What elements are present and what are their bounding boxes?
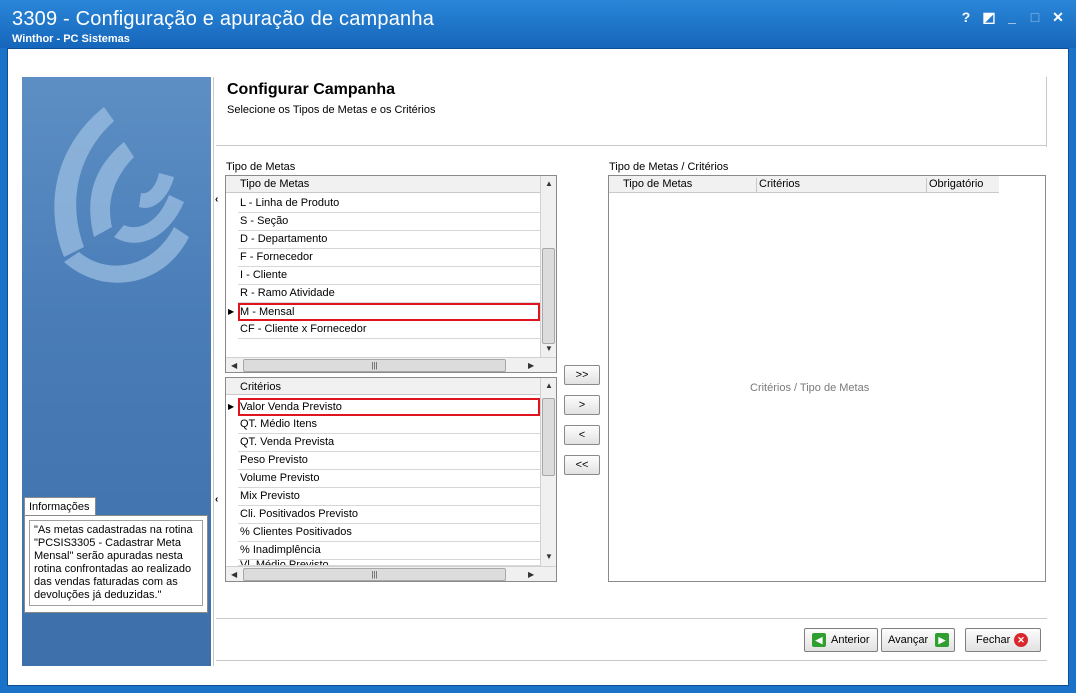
tipo-metas-hscroll[interactable]: ◀ ||| ▶: [226, 357, 556, 372]
remove-all-button[interactable]: <<: [564, 455, 600, 475]
tipo-metas-grid[interactable]: Tipo de Metas L - Linha de Produto S - S…: [225, 175, 557, 373]
collapse-left-icon[interactable]: ‹: [215, 194, 218, 205]
list-item[interactable]: CF - Cliente x Fornecedor: [238, 321, 540, 339]
criterios-hscroll[interactable]: ◀ ||| ▶: [226, 566, 556, 581]
hscroll-thumb[interactable]: |||: [243, 568, 506, 581]
scroll-down-icon[interactable]: ▼: [545, 344, 553, 353]
row-pointer-icon: ▶: [228, 402, 235, 411]
criterios-grid[interactable]: Critérios ▶ Valor Venda Previsto QT. Méd…: [225, 377, 557, 582]
scroll-left-icon[interactable]: ◀: [231, 361, 237, 370]
sidebar: Informações "As metas cadastradas na rot…: [22, 77, 211, 666]
list-item[interactable]: F - Fornecedor: [238, 249, 540, 267]
minimize-icon[interactable]: _: [1003, 9, 1021, 25]
scroll-up-icon[interactable]: ▲: [545, 381, 553, 390]
list-item[interactable]: % Inadimplência: [238, 542, 540, 560]
footer-divider-top: [216, 618, 1047, 619]
page-title: Configurar Campanha: [227, 81, 396, 98]
list-item[interactable]: Volume Previsto: [238, 470, 540, 488]
result-grid-label: Tipo de Metas / Critérios: [609, 161, 729, 173]
add-all-button[interactable]: >>: [564, 365, 600, 385]
list-item[interactable]: Cli. Positivados Previsto: [238, 506, 540, 524]
hscroll-thumb[interactable]: |||: [243, 359, 506, 372]
close-button-label: Fechar: [976, 634, 1011, 646]
page-description: Selecione os Tipos de Metas e os Critéri…: [227, 104, 436, 116]
vertical-divider: [213, 77, 214, 666]
tipo-metas-header: Tipo de Metas: [226, 176, 542, 193]
client-area: Informações "As metas cadastradas na rot…: [7, 48, 1069, 686]
remove-button[interactable]: <: [564, 425, 600, 445]
list-item[interactable]: Mix Previsto: [238, 488, 540, 506]
list-item[interactable]: % Clientes Positivados: [238, 524, 540, 542]
list-item[interactable]: Peso Previsto: [238, 452, 540, 470]
maximize-icon[interactable]: □: [1026, 9, 1044, 25]
list-item[interactable]: I - Cliente: [238, 267, 540, 285]
result-grid[interactable]: Tipo de Metas Critérios Obrigatório: [608, 175, 1046, 582]
back-button-label: Anterior: [831, 634, 870, 646]
window-title: 3309 - Configuração e apuração de campan…: [12, 8, 435, 30]
next-button[interactable]: Avançar ▶: [881, 628, 955, 652]
list-item[interactable]: D - Departamento: [238, 231, 540, 249]
close-icon: ✕: [1014, 633, 1028, 647]
tipo-metas-vscroll[interactable]: ▲ ▼: [540, 176, 556, 357]
result-header: Tipo de Metas Critérios Obrigatório: [609, 176, 999, 193]
row-pointer-icon: ▶: [228, 307, 235, 316]
next-button-label: Avançar: [888, 634, 929, 646]
scroll-thumb[interactable]: [542, 248, 555, 344]
list-item[interactable]: R - Ramo Atividade: [238, 285, 540, 303]
list-item[interactable]: S - Seção: [238, 213, 540, 231]
column-separator: [926, 178, 927, 192]
tab-informacoes[interactable]: Informações: [24, 497, 96, 515]
close-window-icon[interactable]: ✕: [1049, 9, 1067, 25]
result-column-criterios[interactable]: Critérios: [759, 178, 800, 190]
info-panel: "As metas cadastradas na rotina "PCSIS33…: [24, 515, 208, 613]
add-button[interactable]: >: [564, 395, 600, 415]
app-window: 3309 - Configuração e apuração de campan…: [0, 0, 1076, 693]
list-item[interactable]: QT. Médio Itens: [238, 416, 540, 434]
scroll-thumb[interactable]: [542, 398, 555, 476]
scroll-left-icon[interactable]: ◀: [231, 570, 237, 579]
arrow-left-icon: ◀: [812, 633, 826, 647]
scroll-right-icon[interactable]: ▶: [528, 361, 534, 370]
result-column-tipo-metas[interactable]: Tipo de Metas: [623, 178, 692, 190]
close-button[interactable]: Fechar ✕: [965, 628, 1041, 652]
title-bar: 3309 - Configuração e apuração de campan…: [0, 0, 1076, 48]
scroll-down-icon[interactable]: ▼: [545, 552, 553, 561]
restore-layout-icon[interactable]: ◩: [980, 9, 998, 25]
header-divider: [216, 145, 1047, 146]
info-text: "As metas cadastradas na rotina "PCSIS33…: [29, 520, 203, 606]
tipo-metas-label: Tipo de Metas: [226, 161, 296, 173]
arrow-right-icon: ▶: [935, 633, 949, 647]
criterios-header: Critérios: [226, 378, 542, 395]
window-subtitle: Winthor - PC Sistemas: [12, 33, 130, 45]
result-empty-text: Critérios / Tipo de Metas: [750, 382, 870, 394]
tipo-metas-column[interactable]: Tipo de Metas: [240, 178, 309, 190]
help-icon[interactable]: ?: [957, 9, 975, 25]
right-divider: [1046, 77, 1047, 147]
list-item[interactable]: L - Linha de Produto: [238, 195, 540, 213]
list-item-selected[interactable]: M - Mensal: [238, 303, 540, 321]
back-button[interactable]: ◀ Anterior: [804, 628, 878, 652]
collapse-left-icon-2[interactable]: ‹: [215, 494, 218, 505]
scroll-up-icon[interactable]: ▲: [545, 179, 553, 188]
winthor-logo-icon: [54, 107, 189, 283]
list-item-selected[interactable]: Valor Venda Previsto: [238, 398, 540, 416]
criterios-column[interactable]: Critérios: [240, 381, 281, 393]
column-separator: [756, 178, 757, 192]
list-item[interactable]: QT. Venda Prevista: [238, 434, 540, 452]
scroll-right-icon[interactable]: ▶: [528, 570, 534, 579]
result-column-obrigatorio[interactable]: Obrigatório: [929, 178, 983, 190]
footer-divider-bottom: [216, 660, 1047, 661]
criterios-vscroll[interactable]: ▲ ▼: [540, 378, 556, 566]
